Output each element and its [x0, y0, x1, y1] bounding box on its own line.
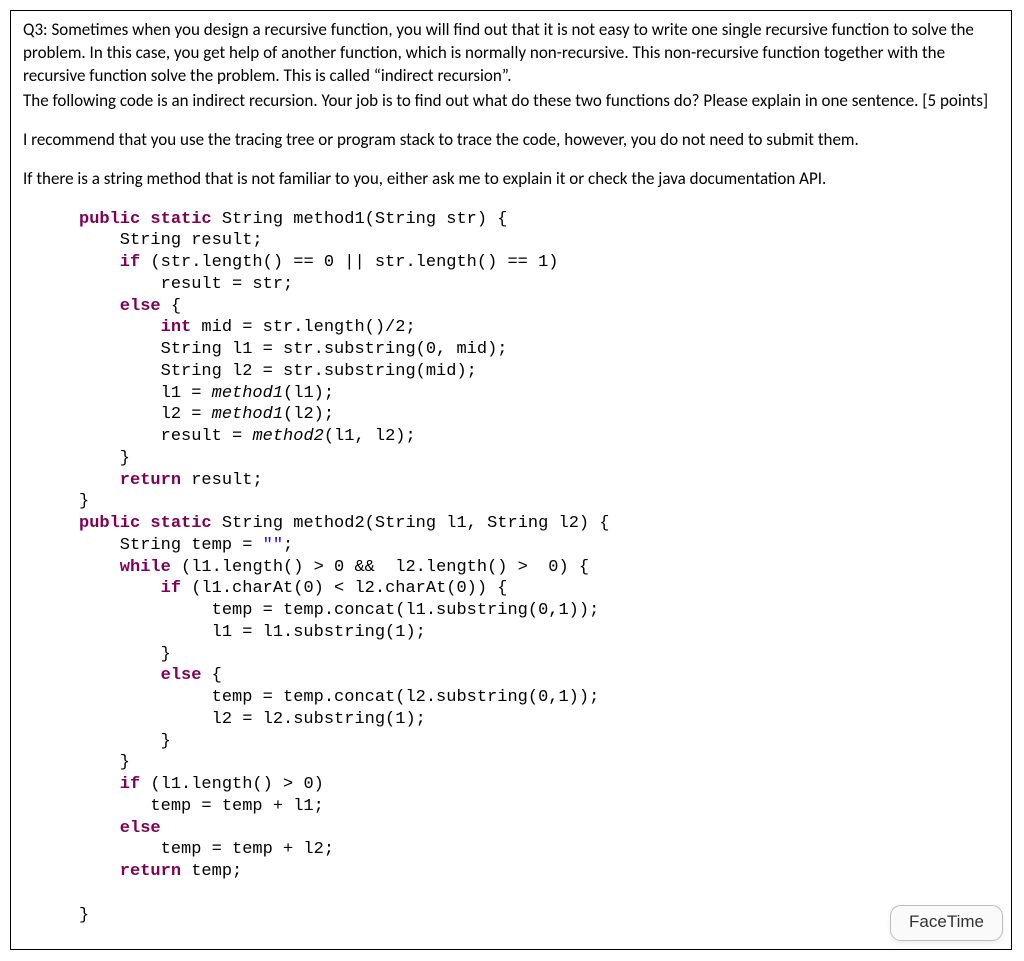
code-text: temp = temp + l1; — [79, 797, 324, 816]
code-text: } — [79, 753, 130, 772]
question-text: Q3: Sometimes when you design a recursiv… — [23, 19, 999, 191]
facetime-notification[interactable]: FaceTime — [890, 905, 1003, 941]
code-text: { — [201, 666, 221, 685]
code-text: temp; — [181, 862, 242, 881]
code-text: temp = temp + l2; — [79, 840, 334, 859]
kw-static: static — [150, 514, 211, 533]
em-method2: method2 — [252, 427, 323, 446]
kw-static: static — [150, 210, 211, 229]
code-text: String result; — [79, 231, 263, 250]
code-text: String l1 = str.substring(0, mid); — [79, 340, 507, 359]
facetime-label: FaceTime — [909, 912, 984, 931]
em-method1: method1 — [212, 384, 283, 403]
code-text: (l1.charAt(0) < l2.charAt(0)) { — [181, 579, 507, 598]
question-para-2: The following code is an indirect recurs… — [23, 90, 999, 113]
kw-else: else — [79, 666, 201, 685]
code-text: (str.length() == 0 || str.length() == 1) — [140, 253, 558, 272]
code-text: l2 = l2.substring(1); — [79, 710, 426, 729]
code-text: result = str; — [79, 275, 293, 294]
code-text: } — [79, 449, 130, 468]
code-text: String temp = — [79, 536, 263, 555]
code-text: ; — [283, 536, 293, 555]
string-literal: "" — [263, 536, 283, 555]
code-text: } — [79, 492, 89, 511]
code-text: } — [79, 645, 171, 664]
em-method1: method1 — [212, 405, 283, 424]
code-text: String l2 = str.substring(mid); — [79, 362, 477, 381]
code-text: l2 = — [79, 405, 212, 424]
code-text: (l1); — [283, 384, 334, 403]
kw-if: if — [79, 775, 140, 794]
question-container: Q3: Sometimes when you design a recursiv… — [10, 10, 1012, 950]
question-para-3: I recommend that you use the tracing tre… — [23, 129, 999, 152]
code-block: public static String method1(String str)… — [79, 209, 999, 927]
code-text: temp = temp.concat(l2.substring(0,1)); — [79, 688, 599, 707]
code-text: result = — [79, 427, 252, 446]
code-text: (l2); — [283, 405, 334, 424]
kw-else: else — [79, 819, 161, 838]
kw-return: return — [79, 862, 181, 881]
kw-if: if — [79, 253, 140, 272]
kw-return: return — [79, 471, 181, 490]
code-text: (l1.length() > 0 && l2.length() > 0) { — [171, 558, 589, 577]
question-para-1: Q3: Sometimes when you design a recursiv… — [23, 19, 999, 88]
code-text: temp = temp.concat(l1.substring(0,1)); — [79, 601, 599, 620]
code-text: String method1(String str) { — [212, 210, 508, 229]
kw-else: else — [79, 297, 161, 316]
kw-while: while — [79, 558, 171, 577]
question-para-4: If there is a string method that is not … — [23, 168, 999, 191]
kw-int: int — [79, 318, 191, 337]
code-text: mid = str.length()/2; — [191, 318, 415, 337]
code-text: result; — [181, 471, 263, 490]
code-text: String method2(String l1, String l2) { — [212, 514, 610, 533]
kw-public: public — [79, 514, 140, 533]
code-text: { — [161, 297, 181, 316]
code-text: } — [79, 732, 171, 751]
kw-if: if — [79, 579, 181, 598]
code-text: (l1.length() > 0) — [140, 775, 324, 794]
kw-public: public — [79, 210, 140, 229]
code-text: l1 = — [79, 384, 212, 403]
code-text: l1 = l1.substring(1); — [79, 623, 426, 642]
code-text: (l1, l2); — [324, 427, 416, 446]
code-text: } — [79, 906, 89, 925]
